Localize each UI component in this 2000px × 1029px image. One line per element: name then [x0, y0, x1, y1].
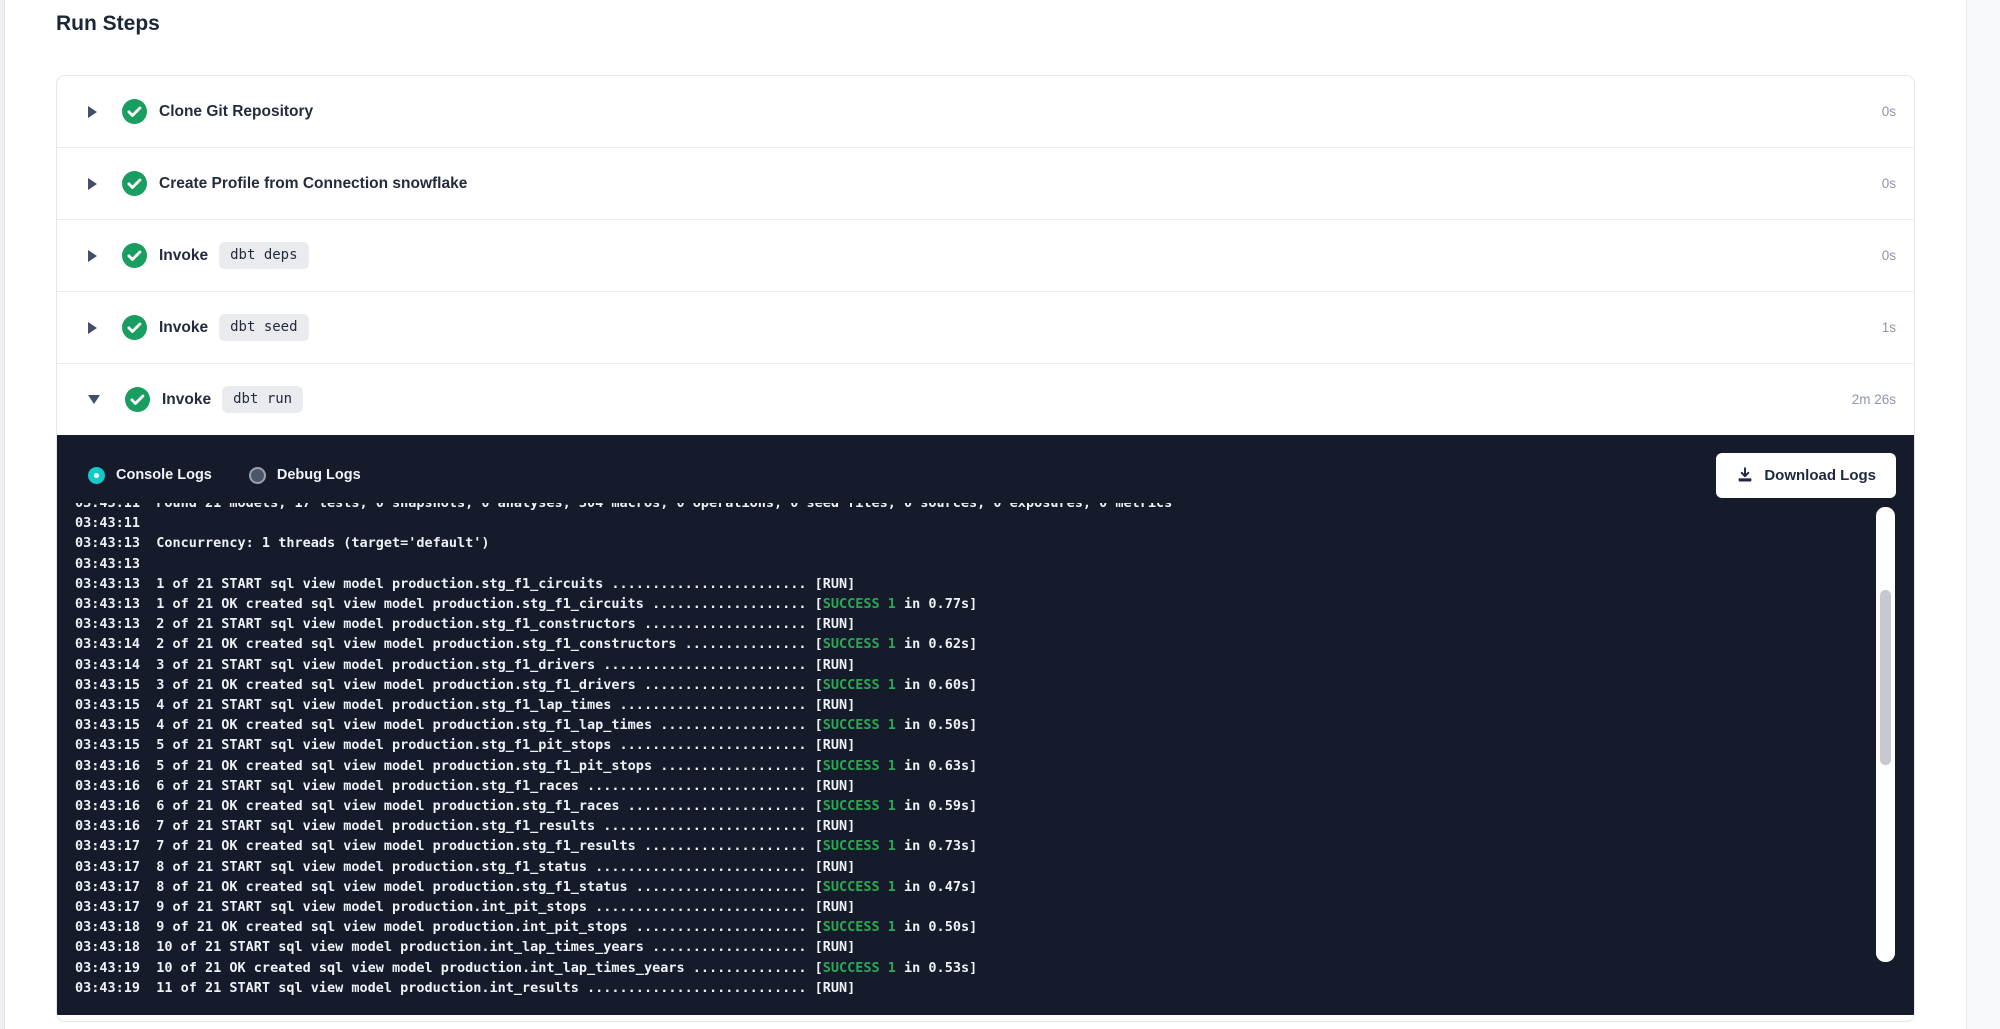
log-line: 03:43:11 — [75, 513, 1870, 533]
step-duration: 0s — [1882, 176, 1896, 191]
step-label: Invoke — [159, 247, 208, 265]
step-command-chip: dbt seed — [219, 314, 308, 341]
log-line: 03:43:13 — [75, 554, 1870, 574]
left-gutter — [0, 0, 5, 1029]
log-scrollbar-thumb[interactable] — [1880, 590, 1891, 765]
success-check-icon — [125, 387, 150, 412]
step-row[interactable]: Invoke dbt deps 0s — [57, 220, 1914, 292]
console-panel: Console Logs Debug Logs Download Logs — [57, 435, 1914, 1015]
download-icon — [1736, 466, 1754, 484]
step-command-chip: dbt deps — [219, 242, 308, 269]
step-label: Invoke — [159, 319, 208, 337]
step-row[interactable]: Invoke dbt seed 1s — [57, 292, 1914, 364]
log-line: 03:43:16 6 of 21 START sql view model pr… — [75, 776, 1870, 796]
log-line: 03:43:13 Concurrency: 1 threads (target=… — [75, 533, 1870, 553]
log-line: 03:43:17 9 of 21 START sql view model pr… — [75, 897, 1870, 917]
step-duration: 0s — [1882, 248, 1896, 263]
step-row[interactable]: Invoke dbt run 2m 26s — [57, 364, 1914, 435]
log-line: 03:43:16 5 of 21 OK created sql view mod… — [75, 756, 1870, 776]
log-line: 03:43:11 Found 21 models, 17 tests, 0 sn… — [75, 503, 1870, 513]
right-gutter — [1966, 0, 2000, 1029]
step-row[interactable]: Create Profile from Connection snowflake… — [57, 148, 1914, 220]
caret-icon[interactable] — [88, 250, 97, 262]
log-line: 03:43:17 8 of 21 START sql view model pr… — [75, 857, 1870, 877]
step-label: Create Profile from Connection snowflake — [159, 175, 467, 193]
page-title: Run Steps — [56, 12, 1915, 36]
run-steps-card: Clone Git Repository 0s Create Profile f… — [56, 75, 1915, 1022]
step-duration: 2m 26s — [1852, 392, 1896, 407]
success-check-icon — [122, 243, 147, 268]
run-steps-page: Run Steps Clone Git Repository 0s Create… — [56, 0, 1915, 1022]
step-command-chip: dbt run — [222, 386, 303, 413]
log-line: 03:43:13 1 of 21 START sql view model pr… — [75, 574, 1870, 594]
log-line: 03:43:16 7 of 21 START sql view model pr… — [75, 816, 1870, 836]
log-line: 03:43:18 9 of 21 OK created sql view mod… — [75, 917, 1870, 937]
log-line: 03:43:14 3 of 21 START sql view model pr… — [75, 655, 1870, 675]
log-line: 03:43:15 4 of 21 START sql view model pr… — [75, 695, 1870, 715]
console-logs-label: Console Logs — [116, 467, 212, 483]
log-line: 03:43:16 6 of 21 OK created sql view mod… — [75, 796, 1870, 816]
log-line: 03:43:18 10 of 21 START sql view model p… — [75, 937, 1870, 957]
step-label: Clone Git Repository — [159, 103, 313, 121]
success-check-icon — [122, 99, 147, 124]
success-check-icon — [122, 315, 147, 340]
log-line: 03:43:13 2 of 21 START sql view model pr… — [75, 614, 1870, 634]
console-logs-radio[interactable]: Console Logs — [88, 467, 212, 484]
caret-icon[interactable] — [88, 395, 100, 404]
success-check-icon — [122, 171, 147, 196]
download-logs-button[interactable]: Download Logs — [1716, 453, 1896, 498]
caret-icon[interactable] — [88, 178, 97, 190]
log-line: 03:43:19 10 of 21 OK created sql view mo… — [75, 958, 1870, 978]
radio-selected-icon — [88, 467, 105, 484]
log-line: 03:43:19 11 of 21 START sql view model p… — [75, 978, 1870, 998]
step-duration: 0s — [1882, 104, 1896, 119]
download-logs-label: Download Logs — [1764, 467, 1876, 484]
step-label: Invoke — [162, 391, 211, 409]
radio-unselected-icon — [249, 467, 266, 484]
log-line: 03:43:13 1 of 21 OK created sql view mod… — [75, 594, 1870, 614]
log-output[interactable]: 03:43:11 Found 21 models, 17 tests, 0 sn… — [75, 503, 1870, 1015]
debug-logs-label: Debug Logs — [277, 467, 361, 483]
caret-icon[interactable] — [88, 106, 97, 118]
debug-logs-radio[interactable]: Debug Logs — [249, 467, 361, 484]
caret-icon[interactable] — [88, 322, 97, 334]
log-scrollbar[interactable] — [1876, 507, 1895, 962]
step-duration: 1s — [1882, 320, 1896, 335]
log-line: 03:43:15 5 of 21 START sql view model pr… — [75, 735, 1870, 755]
log-line: 03:43:17 7 of 21 OK created sql view mod… — [75, 836, 1870, 856]
log-line: 03:43:17 8 of 21 OK created sql view mod… — [75, 877, 1870, 897]
log-line: 03:43:15 4 of 21 OK created sql view mod… — [75, 715, 1870, 735]
console-toolbar: Console Logs Debug Logs Download Logs — [88, 452, 1896, 498]
step-row[interactable]: Clone Git Repository 0s — [57, 76, 1914, 148]
log-line: 03:43:14 2 of 21 OK created sql view mod… — [75, 634, 1870, 654]
log-line: 03:43:15 3 of 21 OK created sql view mod… — [75, 675, 1870, 695]
